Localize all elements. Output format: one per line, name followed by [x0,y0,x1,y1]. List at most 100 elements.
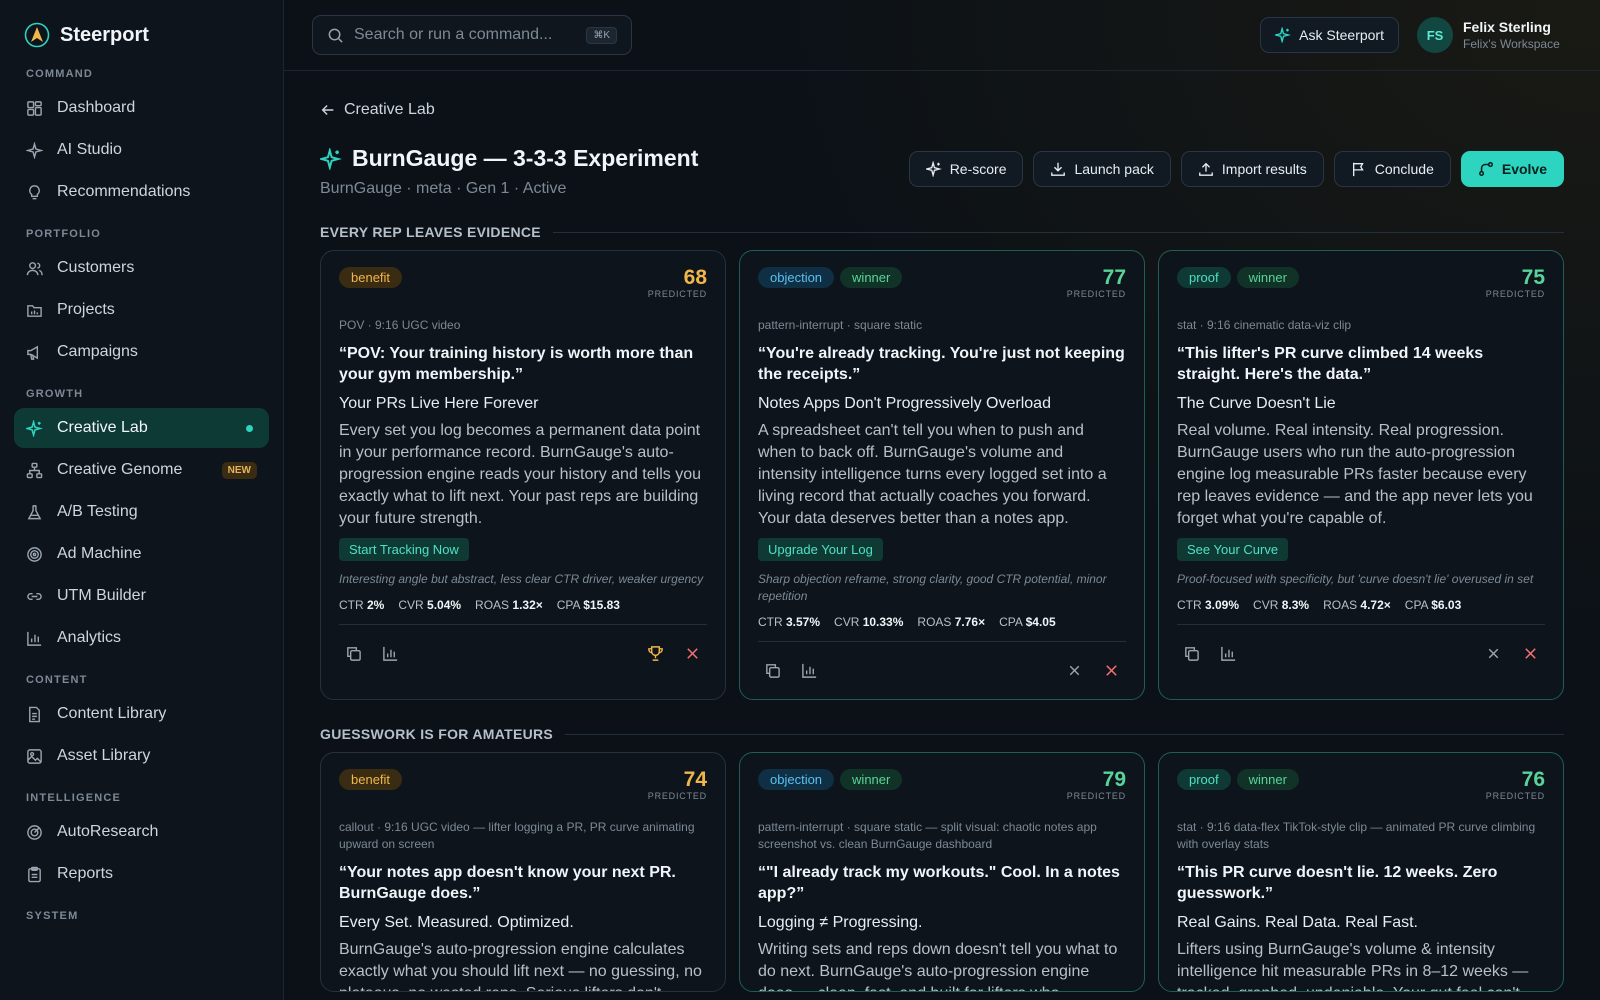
conclude-button[interactable]: Conclude [1333,151,1451,187]
shortcut-hint: ⌘K [586,26,617,44]
page-header: BurnGauge — 3-3-3 Experiment BurnGauge ·… [320,145,1564,198]
format-line: pattern-interrupt · square static [758,318,923,332]
score-rationale: Interesting angle but abstract, less cle… [339,572,704,586]
sidebar-item-ab-testing[interactable]: A/B Testing [14,492,269,532]
predicted-score: 76 [1521,768,1545,791]
body-copy: Lifters using BurnGauge's volume & inten… [1177,941,1529,991]
flask-icon [27,504,42,519]
score-label: PREDICTED [647,289,707,299]
breadcrumb-label: Creative Lab [344,101,435,118]
clipboard-icon [28,866,41,882]
breadcrumb[interactable]: Creative Lab [320,99,1564,121]
variant-card[interactable]: objection winner 79 PREDICTED pattern-inte… [739,752,1145,992]
launch-pack-button[interactable]: Launch pack [1033,151,1171,187]
sidebar-item-asset-library[interactable]: Asset Library [14,736,269,776]
cvr-value: 8.3% [1281,598,1310,612]
score-label: PREDICTED [1485,289,1545,299]
image-icon [27,748,42,764]
sidebar-item-label: Analytics [57,629,122,646]
variant-card[interactable]: benefit 68 PREDICTED POV · 9:16 UGC video… [320,250,726,700]
import-results-button[interactable]: Import results [1180,151,1324,187]
score-label: PREDICTED [1066,791,1126,801]
command-search[interactable]: Search or run a command... ⌘K [312,15,632,55]
sidebar-item-projects[interactable]: Projects [14,290,269,330]
sidebar-item-reports[interactable]: Reports [14,854,269,894]
body-copy: Writing sets and reps down doesn't tell … [758,941,1118,991]
link-icon [27,592,42,600]
document-icon [29,706,40,722]
user-name: Felix Sterling [1463,19,1551,35]
variant-card[interactable]: proof winner 76 PREDICTED stat · 9:16 data… [1158,752,1564,992]
variant-card[interactable]: objection winner 77 PREDICTED pattern-inte… [739,250,1145,700]
rescore-button[interactable]: Re-score [908,151,1024,187]
bar-chart-icon[interactable] [1220,645,1237,662]
sidebar: Steerport COMMAND Dashboard AI Studio Re… [0,0,284,1000]
headline-text: Every Set. Measured. Optimized. [339,914,574,931]
sidebar-item-autoresearch[interactable]: AutoResearch [14,812,269,852]
active-indicator-dot [246,424,253,432]
unmark-winner-icon[interactable] [1485,645,1502,662]
close-icon[interactable] [1522,645,1539,662]
variant-card[interactable]: proof winner 75 PREDICTED stat · 9:16 cine… [1158,250,1564,700]
ctr-value: 3.09% [1205,598,1240,612]
search-input[interactable]: Search or run a command... [354,26,576,44]
avatar: FS [1417,17,1453,53]
ask-steerport-button[interactable]: Ask Steerport [1260,17,1399,53]
evolve-button[interactable]: Evolve [1460,151,1564,187]
sidebar-item-dashboard[interactable]: Dashboard [14,88,269,128]
copy-icon[interactable] [764,662,781,679]
roas-value: 4.72× [1360,598,1391,612]
cvr-value: 5.04% [427,598,462,612]
sidebar-item-creative-lab[interactable]: Creative Lab [14,408,269,448]
brand[interactable]: Steerport [14,18,269,52]
unmark-winner-icon[interactable] [1066,662,1083,679]
sidebar-item-ai-studio[interactable]: AI Studio [14,130,269,170]
hook-text: “POV: Your training history is worth mor… [339,345,694,383]
score-label: PREDICTED [1485,791,1545,801]
copy-icon[interactable] [345,645,362,662]
roas-value: 1.32× [512,598,543,612]
users-icon [26,261,43,275]
headline-text: The Curve Doesn't Lie [1177,395,1336,412]
hook-text: “This lifter's PR curve climbed 14 weeks… [1177,345,1484,383]
megaphone-icon [27,345,39,360]
sidebar-item-recommendations[interactable]: Recommendations [14,172,269,212]
bar-chart-icon [27,631,42,646]
sidebar-item-label: Asset Library [57,747,151,764]
winner-tag: winner [1236,267,1299,288]
branch-icon [1478,162,1493,176]
close-icon[interactable] [1103,662,1120,679]
search-icon [328,28,343,43]
main-area: Search or run a command... ⌘K Ask Steerp… [284,0,1600,1000]
user-menu[interactable]: FS Felix Sterling Felix's Workspace [1417,17,1572,53]
sidebar-item-creative-genome[interactable]: Creative Genome NEW [14,450,269,490]
sidebar-item-label: Campaigns [57,343,138,360]
lightbulb-icon [29,184,40,199]
sidebar-item-content-library[interactable]: Content Library [14,694,269,734]
angle-tag: proof [1177,267,1231,288]
bar-chart-icon[interactable] [801,662,818,679]
page-subtitle: BurnGauge · meta · Gen 1 · Active [320,180,567,197]
headline-text: Real Gains. Real Data. Real Fast. [1177,914,1418,931]
bar-chart-icon[interactable] [382,645,399,662]
sidebar-item-campaigns[interactable]: Campaigns [14,332,269,372]
concept-section-header: EVERY REP LEAVES EVIDENCE [320,224,1564,240]
winner-tag: winner [840,267,903,288]
close-icon[interactable] [684,645,701,662]
copy-icon[interactable] [1183,645,1200,662]
sidebar-item-utm-builder[interactable]: UTM Builder [14,576,269,616]
angle-tag: benefit [339,267,403,288]
ask-steerport-label: Ask Steerport [1299,27,1384,43]
sparkles-icon [26,141,43,159]
cta-chip: Start Tracking Now [339,538,469,561]
sidebar-item-customers[interactable]: Customers [14,248,269,288]
variant-card[interactable]: benefit 74 PREDICTED callout · 9:16 UGC v… [320,752,726,992]
format-line: stat · 9:16 data-flex TikTok-style clip … [1177,820,1536,851]
sidebar-item-ad-machine[interactable]: Ad Machine [14,534,269,574]
nav-section-content: CONTENT [26,674,88,686]
trophy-icon[interactable] [647,645,664,662]
sidebar-item-analytics[interactable]: Analytics [14,618,269,658]
cpa-value: $15.83 [583,598,620,612]
rescore-label: Re-score [949,161,1007,177]
page-actions: Re-score Launch pack Import results Conc… [908,151,1564,187]
